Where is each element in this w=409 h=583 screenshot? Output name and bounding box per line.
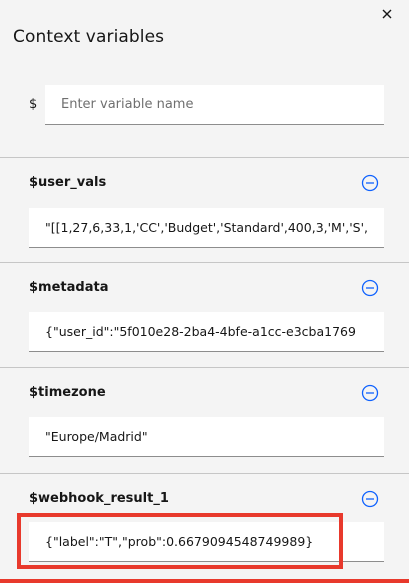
panel-title: Context variables <box>13 27 165 47</box>
variable-section-webhook-result-1: $webhook_result_1 <box>0 473 409 583</box>
close-icon[interactable] <box>379 6 395 22</box>
variable-section-timezone: $timezone <box>0 367 409 473</box>
remove-variable-icon[interactable] <box>361 490 379 508</box>
remove-variable-icon[interactable] <box>361 279 379 297</box>
variable-section-user-vals: $user_vals <box>0 157 409 262</box>
remove-variable-icon[interactable] <box>361 384 379 402</box>
variable-value-input[interactable] <box>29 417 384 457</box>
highlight-edge <box>0 579 409 583</box>
remove-variable-icon[interactable] <box>361 174 379 192</box>
variable-name: $webhook_result_1 <box>29 491 169 506</box>
variable-name: $timezone <box>29 385 106 400</box>
variable-name-input[interactable] <box>45 85 384 125</box>
variable-value-input[interactable] <box>29 208 384 248</box>
variable-section-metadata: $metadata <box>0 262 409 367</box>
variable-name: $user_vals <box>29 175 107 190</box>
dollar-prefix: $ <box>29 97 38 112</box>
variable-value-input[interactable] <box>29 312 384 352</box>
variable-name: $metadata <box>29 280 109 295</box>
variable-value-input[interactable] <box>29 522 384 562</box>
